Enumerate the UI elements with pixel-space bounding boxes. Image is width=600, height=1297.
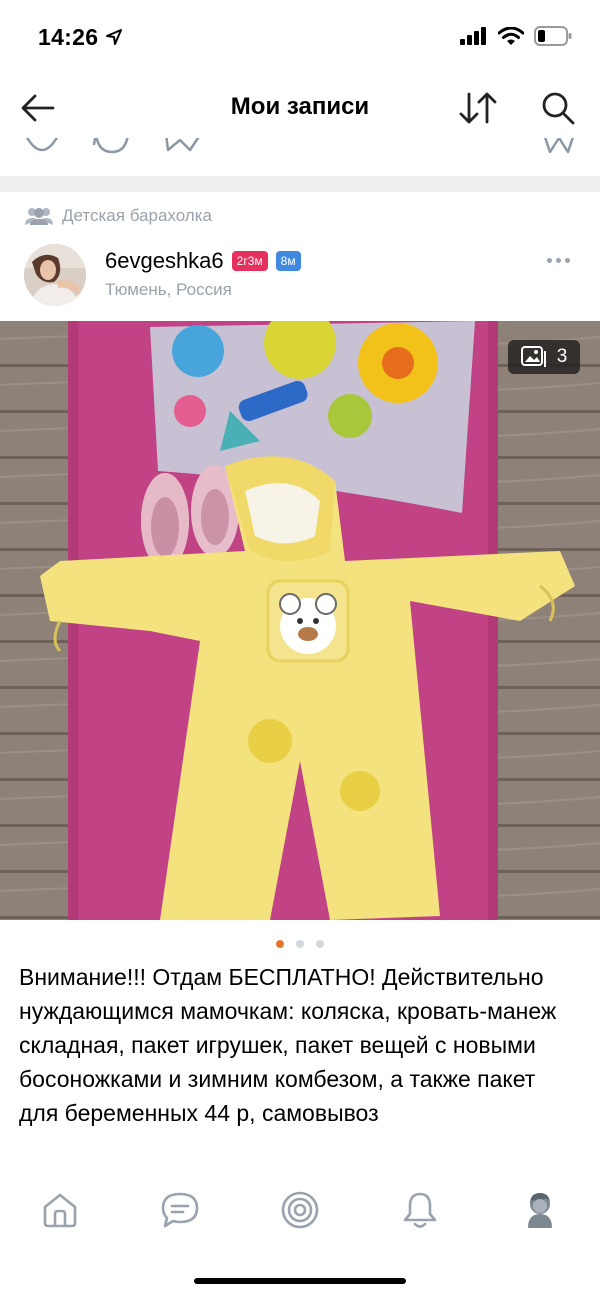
avatar[interactable]	[24, 244, 86, 306]
status-icons	[460, 26, 572, 46]
group-users-icon	[25, 208, 53, 225]
tab-home[interactable]	[30, 1186, 90, 1234]
tab-messages[interactable]	[150, 1186, 210, 1234]
community-name: Детская барахолка	[62, 206, 212, 225]
home-indicator[interactable]	[194, 1278, 406, 1284]
author-name-row[interactable]: 6evgeshka6 2г3м 8м	[105, 248, 301, 274]
search-button[interactable]	[536, 86, 580, 130]
tab-discover[interactable]	[270, 1186, 330, 1234]
status-bar: 14:26	[0, 0, 600, 76]
photo-pagination	[0, 940, 600, 948]
pagination-dot[interactable]	[276, 940, 284, 948]
more-dot-icon	[555, 257, 561, 263]
messages-icon	[161, 1192, 199, 1228]
post-separator	[0, 176, 600, 192]
page-title: Мои записи	[230, 93, 370, 120]
views-icon	[544, 138, 574, 154]
community-label[interactable]: Детская барахолка	[24, 206, 212, 226]
like-icon[interactable]	[22, 138, 62, 158]
post-author: 6evgeshka6 2г3м 8м Тюмень, Россия	[24, 244, 576, 308]
sort-button[interactable]	[456, 86, 500, 130]
discover-icon	[281, 1191, 319, 1229]
age-badge: 2г3м	[231, 251, 268, 271]
profile-icon	[528, 1193, 552, 1228]
previous-post-actions	[0, 138, 600, 168]
home-icon	[43, 1193, 77, 1228]
status-time: 14:26	[38, 24, 99, 50]
wifi-icon	[498, 26, 524, 45]
post-text: Внимание!!! Отдам БЕСПЛАТНО! Действитель…	[19, 964, 557, 1126]
signal-icon	[460, 27, 486, 45]
location-arrow-icon	[106, 29, 122, 45]
notifications-icon	[403, 1192, 437, 1228]
photo-count-badge[interactable]: 3	[508, 340, 580, 374]
time-badge: 8м	[275, 251, 301, 271]
share-icon[interactable]	[162, 138, 202, 158]
author-location: Тюмень, Россия	[105, 280, 232, 299]
pagination-dot[interactable]	[296, 940, 304, 948]
tab-notifications[interactable]	[390, 1186, 450, 1234]
pagination-dot[interactable]	[316, 940, 324, 948]
search-icon	[542, 92, 575, 125]
gallery-icon	[520, 346, 546, 367]
photo-count: 3	[556, 346, 568, 367]
more-options-button[interactable]	[540, 248, 576, 272]
more-dot-icon	[564, 257, 570, 263]
battery-icon	[534, 26, 572, 46]
tab-profile[interactable]	[510, 1186, 570, 1234]
post-photo[interactable]	[0, 321, 600, 920]
author-name: 6evgeshka6	[105, 248, 224, 273]
comment-icon[interactable]	[92, 138, 132, 158]
photo-illustration	[0, 321, 600, 920]
avatar-image	[24, 244, 86, 306]
more-dot-icon	[546, 257, 552, 263]
sort-arrows-icon	[459, 92, 497, 124]
header: Мои записи	[0, 76, 600, 140]
